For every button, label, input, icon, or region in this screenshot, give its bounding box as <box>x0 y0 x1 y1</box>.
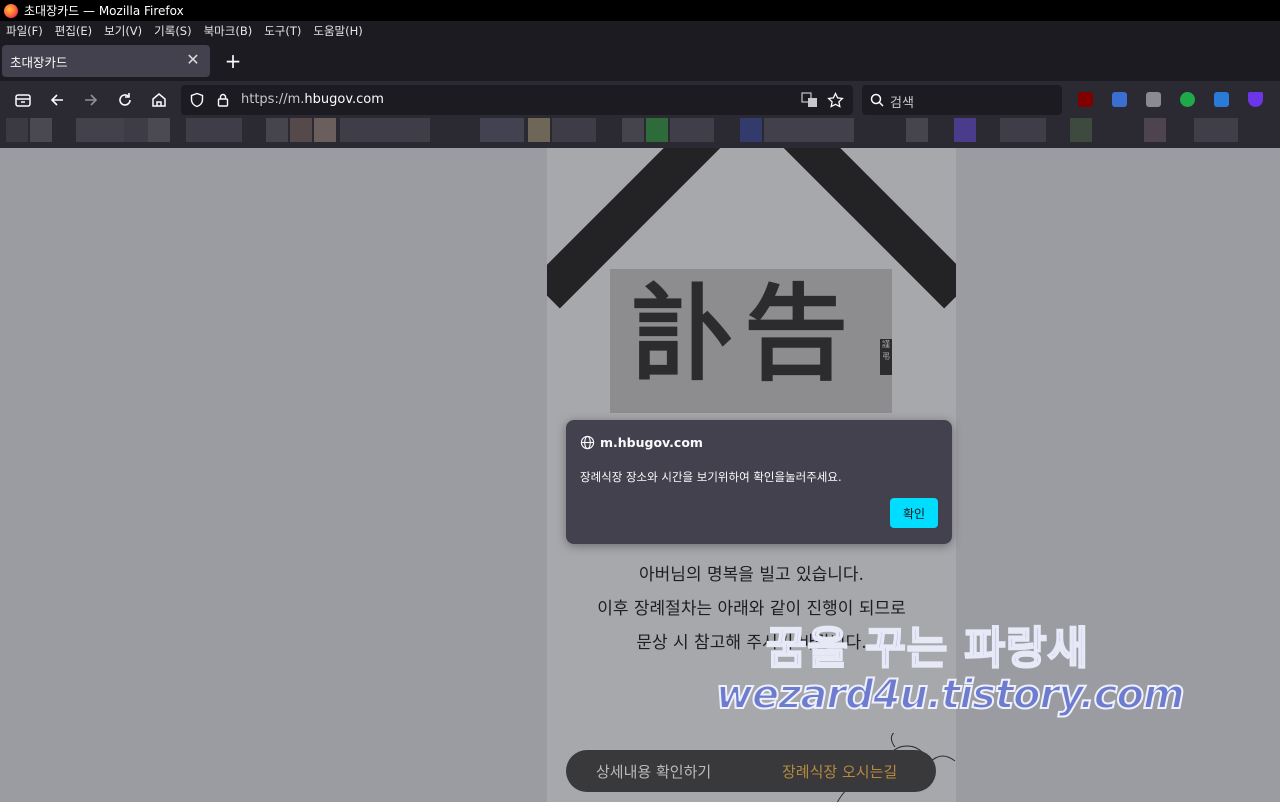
menu-help[interactable]: 도움말(H) <box>313 23 362 39</box>
menu-edit[interactable]: 편집(E) <box>55 23 92 39</box>
reload-icon[interactable] <box>114 89 136 111</box>
search-bar[interactable]: 검색 <box>862 85 1062 115</box>
star-icon[interactable] <box>827 92 844 109</box>
menu-view[interactable]: 보기(V) <box>104 23 142 39</box>
directions-button[interactable]: 장례식장 오시는길 <box>782 761 897 782</box>
details-button[interactable]: 상세내용 확인하기 <box>596 761 711 782</box>
firefox-logo-icon <box>4 3 18 18</box>
tab-close-icon[interactable]: ✕ <box>184 51 202 69</box>
collections-icon[interactable] <box>12 89 34 111</box>
lock-icon[interactable] <box>215 92 231 108</box>
ok-button[interactable]: 확인 <box>890 498 938 528</box>
menu-history[interactable]: 기록(S) <box>154 23 191 39</box>
dialog-host-text: m.hbugov.com <box>600 435 703 450</box>
n-extension-icon[interactable] <box>1180 92 1195 107</box>
globe-icon <box>580 435 595 450</box>
shield-icon[interactable] <box>189 92 205 108</box>
dialog-host: m.hbugov.com <box>580 435 703 450</box>
bookmarks-toolbar <box>0 115 1280 148</box>
bottom-action-bar: 상세내용 확인하기 장례식장 오시는길 <box>566 750 936 792</box>
window-title: 초대장카드 — Mozilla Firefox <box>24 4 184 18</box>
nav-bar: https://m.hbugov.com 검색 <box>0 81 1280 119</box>
obituary-title-box: 訃告 謹弔 <box>610 269 892 413</box>
menu-tools[interactable]: 도구(T) <box>264 23 301 39</box>
gem-extension-icon[interactable] <box>1248 92 1263 107</box>
dialog-message: 장례식장 장소와 시간을 보기위하여 확인을눌러주세요. <box>580 470 842 484</box>
condolence-tag: 謹弔 <box>880 339 892 375</box>
message-line-1: 아버님의 명복을 빌고 있습니다. <box>639 565 864 585</box>
watermark-title: 꿈을 꾸는 파랑새 <box>765 622 1089 675</box>
translate-extension-icon[interactable] <box>1112 92 1127 107</box>
puzzle-extension-icon[interactable] <box>1146 92 1161 107</box>
tab-strip: 초대장카드 ✕ + <box>0 41 1280 81</box>
alert-dialog: m.hbugov.com 장례식장 장소와 시간을 보기위하여 확인을눌러주세요… <box>566 420 952 544</box>
search-icon <box>870 93 884 107</box>
window-titlebar: 초대장카드 — Mozilla Firefox <box>0 0 1280 21</box>
menu-bar: 파일(F) 편집(E) 보기(V) 기록(S) 북마크(B) 도구(T) 도움말… <box>0 21 1280 41</box>
url-bar[interactable]: https://m.hbugov.com <box>181 85 853 115</box>
back-icon[interactable] <box>46 89 68 111</box>
url-scheme: https://m. <box>241 92 305 107</box>
watermark-url: wezard4u.tistory.com <box>715 671 1186 719</box>
url-domain: hbugov.com <box>304 92 384 107</box>
tab-active[interactable]: 초대장카드 ✕ <box>2 45 210 77</box>
shield-extension-icon[interactable] <box>1214 92 1229 107</box>
tab-title: 초대장카드 <box>10 54 68 70</box>
url-text[interactable]: https://m.hbugov.com <box>241 92 384 107</box>
forward-icon[interactable] <box>80 89 102 111</box>
new-tab-button[interactable]: + <box>222 50 244 72</box>
home-icon[interactable] <box>148 89 170 111</box>
menu-file[interactable]: 파일(F) <box>6 23 43 39</box>
ublock-extension-icon[interactable] <box>1078 92 1093 107</box>
translate-icon[interactable] <box>801 92 819 108</box>
menu-bookmarks[interactable]: 북마크(B) <box>204 23 253 39</box>
search-placeholder: 검색 <box>890 96 914 111</box>
obituary-title: 訃告 <box>632 272 857 395</box>
